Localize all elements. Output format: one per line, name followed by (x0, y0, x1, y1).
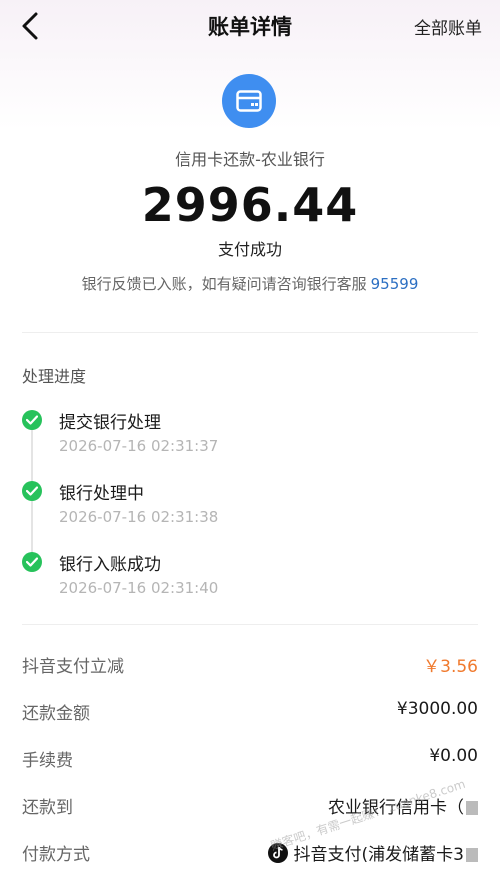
payment-status: 支付成功 (217, 240, 282, 259)
fee-value: ¥0.00 (429, 746, 478, 766)
check-icon (22, 481, 42, 501)
step-label: 提交银行处理 (59, 413, 161, 433)
discount-value: ￥3.56 (423, 657, 478, 677)
nav-bar: 账单详情 全部账单 (0, 0, 500, 52)
progress-timeline: 提交银行处理 2026-07-16 02:31:37 银行处理中 2026-07… (22, 400, 482, 600)
credit-card-icon (222, 74, 276, 128)
merchant-name: 信用卡还款-农业银行 (175, 150, 325, 169)
detail-row-discount: 抖音支付立减 ￥3.56 (22, 652, 478, 682)
detail-row-repay-amount: 还款金额 ¥3000.00 (22, 699, 478, 729)
detail-label: 还款到 (22, 798, 73, 818)
bank-notice: 银行反馈已入账，如有疑问请咨询银行客服 95599 (0, 273, 500, 294)
progress-title: 处理进度 (22, 367, 87, 386)
detail-label: 抖音支付立减 (22, 657, 124, 677)
step-label: 银行处理中 (59, 484, 144, 504)
step-time: 2026-07-16 02:31:37 (59, 437, 219, 455)
payment-method-text: 抖音支付(浦发储蓄卡3 (293, 845, 464, 865)
detail-label: 还款金额 (22, 704, 90, 724)
detail-row-fee: 手续费 ¥0.00 (22, 746, 478, 776)
payment-amount: 2996.44 (141, 178, 359, 232)
check-icon (22, 410, 42, 430)
masked-digits (466, 848, 478, 862)
repay-amount-value: ¥3000.00 (396, 699, 478, 719)
detail-label: 手续费 (22, 751, 73, 771)
detail-label: 付款方式 (22, 845, 90, 865)
progress-step: 银行处理中 2026-07-16 02:31:38 (22, 475, 482, 529)
divider (22, 332, 478, 333)
progress-step: 银行入账成功 2026-07-16 02:31:40 (22, 546, 482, 600)
progress-step: 提交银行处理 2026-07-16 02:31:37 (22, 404, 482, 458)
step-time: 2026-07-16 02:31:40 (59, 579, 219, 597)
step-label: 银行入账成功 (59, 555, 161, 575)
masked-digits (466, 801, 478, 815)
check-icon (22, 552, 42, 572)
customer-service-phone[interactable]: 95599 (371, 275, 419, 293)
all-bills-link[interactable]: 全部账单 (414, 14, 482, 39)
divider (22, 624, 478, 625)
detail-row-payment-method: 付款方式 抖音支付(浦发储蓄卡3 (22, 840, 478, 870)
step-time: 2026-07-16 02:31:38 (59, 508, 219, 526)
notice-text: 银行反馈已入账，如有疑问请咨询银行客服 (81, 275, 367, 293)
